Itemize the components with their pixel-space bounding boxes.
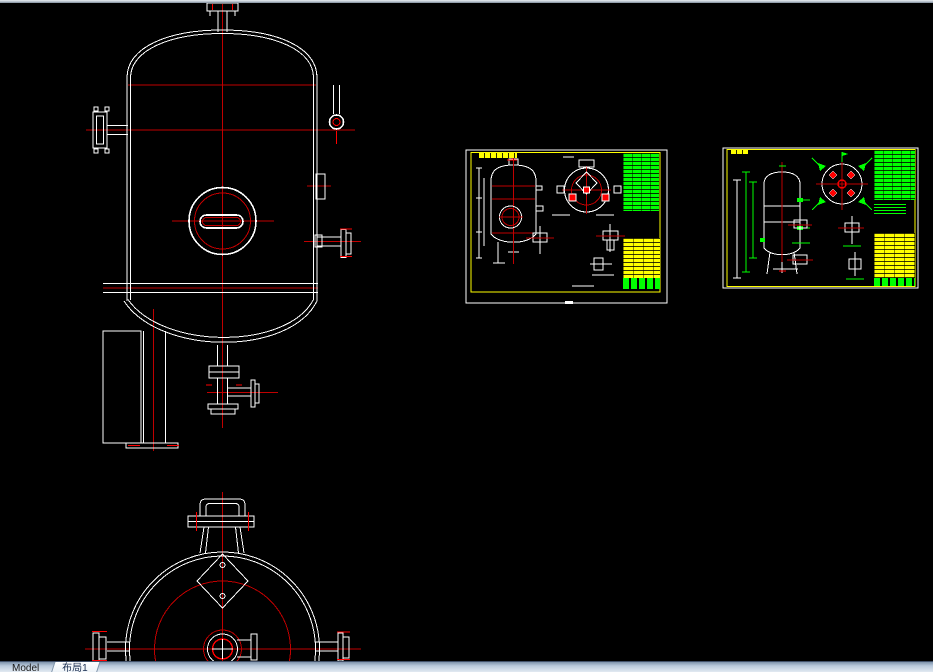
sheet2-top-view: [812, 152, 872, 210]
level-gauge-valve: [330, 85, 344, 144]
sheet2-title-block-footer: [874, 278, 915, 286]
sheet1-parts-table: [623, 153, 659, 211]
support-legs: [103, 331, 179, 448]
vessel-front-view: [86, 3, 361, 451]
side-nozzle-right: [315, 229, 352, 258]
vessel-shell: [103, 30, 318, 342]
tab-model-label: Model: [12, 663, 39, 672]
tab-layout1-label: 布局1: [62, 663, 88, 672]
window-top-edge: [0, 0, 933, 3]
plan-nozzle-left: [92, 632, 130, 664]
sheet2-title-highlight: [731, 150, 748, 154]
model-space-canvas[interactable]: [0, 0, 933, 672]
plan-nozzle-right: [315, 632, 350, 661]
manway-handle: [188, 499, 254, 553]
bottom-drain-nozzle: [206, 345, 259, 414]
sheet1-title-block-footer: [623, 278, 660, 289]
sheet2-parts-table: [874, 150, 915, 200]
sheet1-top-view: [552, 157, 621, 215]
vessel-bottom-view: [85, 492, 361, 672]
sheet2-title-block: [874, 233, 915, 278]
sheet1-detail-views: [526, 224, 625, 286]
sheet2-detail-views: [773, 214, 864, 279]
sheet2-notes-text: [874, 204, 906, 214]
layout-tab-bar: Model 布局1: [0, 661, 933, 672]
tab-layout1[interactable]: 布局1: [48, 662, 100, 672]
cad-window: Model 布局1: [0, 0, 933, 672]
sheet1-title-highlight: [479, 153, 517, 158]
sheet1-title-block: [623, 238, 660, 278]
tab-model[interactable]: Model: [0, 662, 47, 672]
sheet1-front-view: [476, 153, 543, 264]
center-hub: [208, 634, 238, 664]
